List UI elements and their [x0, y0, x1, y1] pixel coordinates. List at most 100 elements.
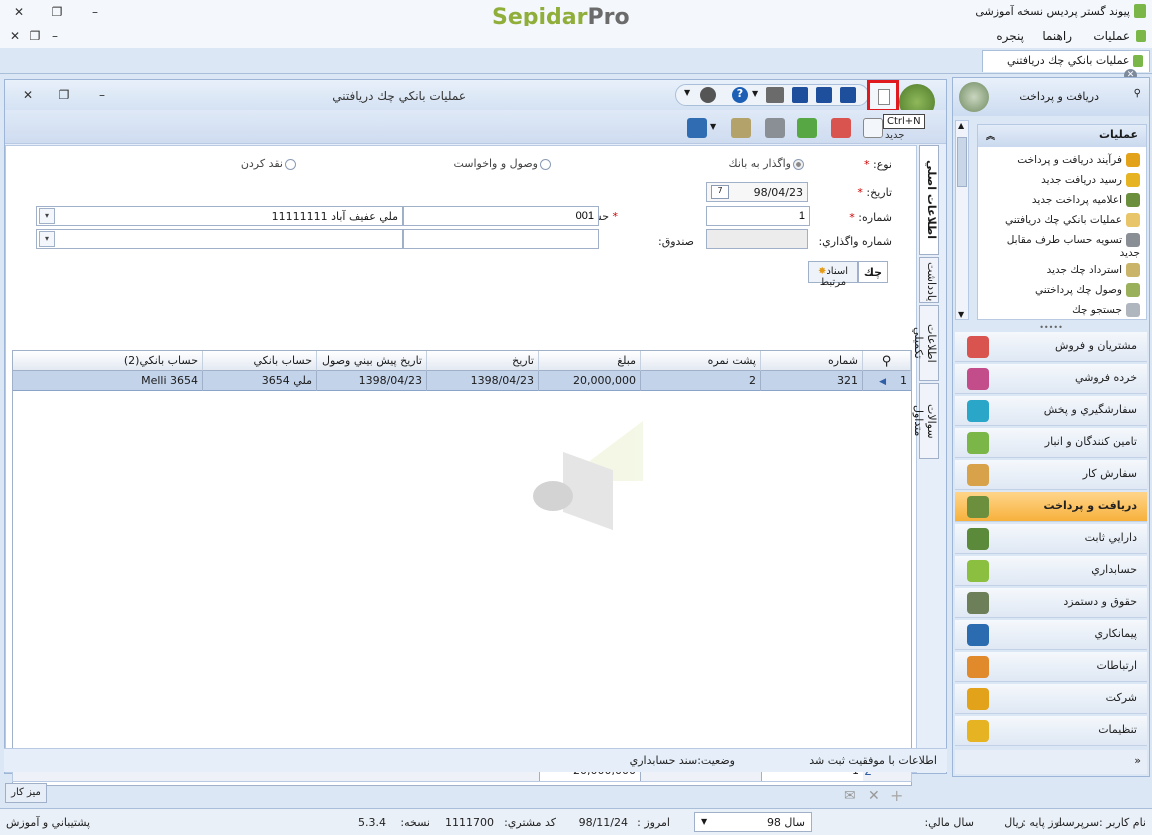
bank-account-dropdown-icon[interactable]: ▾ [39, 208, 55, 224]
search-icon[interactable]: ⚲ [882, 354, 892, 369]
close-icon[interactable]: ✕ [12, 5, 26, 19]
tab-related-docs[interactable]: ✸اسناد مرتبط [808, 261, 858, 288]
support-link[interactable]: پشتيباني و آموزش [6, 816, 90, 829]
fiscal-year-dropdown-icon[interactable]: ▼ [701, 817, 707, 826]
calendar-icon[interactable]: 7 [711, 185, 729, 199]
mdi-restore-icon[interactable]: ❐ [28, 29, 42, 43]
module-company[interactable]: شركت [955, 684, 1147, 714]
today-label: امروز : [637, 816, 670, 829]
splitter[interactable]: ••••• [955, 324, 1147, 332]
module-order-distribution[interactable]: سفارشگيري و پخش [955, 396, 1147, 426]
cart-icon [967, 368, 989, 390]
radio-collect-protest[interactable]: وصول و واخواست [453, 157, 551, 170]
restore-icon[interactable]: ❐ [50, 5, 64, 19]
tab-check-operations[interactable]: عمليات بانكي چك دريافتني ✕ [982, 50, 1150, 82]
remove-row-icon[interactable]: ✕ [868, 788, 880, 804]
menu-item-window[interactable]: پنجره [996, 29, 1024, 43]
col-amount[interactable]: مبلغ [539, 351, 641, 371]
col-bank-account-2[interactable]: حساب بانكي(2) [13, 351, 203, 371]
module-work-order[interactable]: سفارش كار [955, 460, 1147, 490]
tab-faq[interactable]: سوالات متداول [912, 383, 939, 459]
col-bank-account[interactable]: حساب بانكي [203, 351, 317, 371]
tab-extra-info[interactable]: اطلاعات تكميلي [912, 305, 939, 381]
desk-button[interactable]: ميز كار [5, 783, 47, 803]
mdi-close-icon[interactable]: ✕ [8, 29, 22, 43]
app-status-bar: نام كاربر :سرپرست ارز پايه : ريال سال ما… [0, 808, 1152, 835]
module-fixed-assets[interactable]: دارايي ثابت [955, 524, 1147, 554]
menu-item-operations[interactable]: عمليات [1093, 29, 1130, 43]
module-customers-sales[interactable]: مشتريان و فروش [955, 332, 1147, 362]
minimize-icon[interactable]: – [88, 5, 102, 19]
module-contracting[interactable]: پيمانكاري [955, 620, 1147, 650]
status-state: وضعيت:سند حسابداري [629, 754, 735, 767]
op-new-receipt[interactable]: رسيد دريافت جديد [984, 173, 1140, 187]
op-collect-payable[interactable]: وصول چك پرداختني [984, 283, 1140, 297]
help-dropdown-icon[interactable]: ▼ [752, 89, 758, 98]
scroll-up-icon[interactable]: ▲ [958, 121, 964, 130]
op-new-payment[interactable]: اعلاميه پرداخت جديد [984, 193, 1140, 207]
module-communications[interactable]: ارتباطات [955, 652, 1147, 682]
menu-item-help[interactable]: راهنما [1042, 29, 1072, 43]
print-preview-icon[interactable] [765, 118, 785, 138]
send-icon[interactable]: ✉ [844, 788, 856, 804]
scroll-down-icon[interactable]: ▼ [958, 310, 964, 319]
grid-search-header[interactable]: ⚲ [863, 351, 911, 371]
scroll-thumb[interactable] [957, 137, 967, 187]
fiscal-year-select[interactable]: سال 98 ▼ [694, 812, 812, 832]
op-settlement[interactable]: تسويه حساب طرف مقابل جديد [984, 233, 1140, 259]
radio-cash[interactable]: نقد كردن [241, 157, 296, 170]
report-icon[interactable] [687, 118, 707, 138]
save-icon[interactable] [840, 87, 856, 103]
radio-assign-to-bank[interactable]: واگذار به بانك [729, 157, 804, 170]
op-payment-process[interactable]: فرآيند دريافت و پرداخت [984, 153, 1140, 167]
help-icon[interactable]: ? [732, 87, 748, 103]
bank-account-name-field[interactable]: ملي عفيف آباد 11111111 ▾ [36, 206, 403, 226]
op-check-return[interactable]: استرداد چك جديد [984, 263, 1140, 277]
delete-icon[interactable] [831, 118, 851, 138]
report-dropdown-icon[interactable]: ▼ [710, 122, 716, 131]
window-restore-icon[interactable]: ❐ [57, 88, 71, 102]
new-doc-small-icon[interactable] [863, 118, 883, 138]
window-close-icon[interactable]: ✕ [21, 88, 35, 102]
save-all-icon[interactable] [792, 87, 808, 103]
save-close-icon[interactable] [816, 87, 832, 103]
operations-header[interactable]: عمليات ︽ [978, 125, 1146, 147]
expand-nav-icon[interactable]: » [1134, 754, 1141, 767]
bank-account-code-field[interactable] [403, 206, 599, 226]
print-icon[interactable] [766, 87, 784, 103]
tab-check[interactable]: چك [858, 261, 888, 283]
col-date[interactable]: تاريخ [427, 351, 539, 371]
number-field[interactable] [706, 206, 810, 226]
table-row[interactable]: ◀ 1 321 2 20,000,000 1398/04/23 1398/04/… [13, 371, 911, 391]
cell-forecast-date: 1398/04/23 [317, 371, 427, 391]
fund-dropdown-icon[interactable]: ▾ [39, 231, 55, 247]
mdi-minimize-icon[interactable]: – [48, 29, 62, 43]
module-retail[interactable]: خرده فروشي [955, 364, 1147, 394]
tab-notes[interactable]: يادداشت [919, 257, 939, 303]
tools-icon[interactable] [700, 87, 716, 103]
action-toolbar: ▼ Ctrl+N جديد [5, 110, 946, 144]
toolbar-dropdown-icon[interactable]: ▼ [684, 88, 690, 97]
module-accounting[interactable]: حسابداري [955, 556, 1147, 586]
edit-icon[interactable] [731, 118, 751, 138]
add-row-icon[interactable]: + [890, 786, 903, 805]
col-forecast-date[interactable]: تاريخ پيش بيني وصول [317, 351, 427, 371]
col-number[interactable]: شماره [761, 351, 863, 371]
date-field[interactable]: 98/04/23 7 [706, 182, 808, 202]
tab-main-info[interactable]: اطلاعات اصلي [919, 145, 939, 255]
new-button[interactable] [867, 80, 899, 112]
fund-field[interactable] [403, 229, 599, 249]
pin-icon[interactable]: ⚲ [1134, 88, 1141, 99]
ops-scrollbar[interactable]: ▲ ▼ [955, 120, 969, 320]
collapse-icon[interactable]: ︽ [986, 129, 995, 142]
module-payroll[interactable]: حقوق و دستمزد [955, 588, 1147, 618]
module-receive-pay[interactable]: دريافت و پرداخت [955, 492, 1147, 522]
op-check-operations[interactable]: عمليات بانكي چك دريافتني [984, 213, 1140, 227]
op-check-search[interactable]: جستجو چك [984, 303, 1140, 317]
module-settings[interactable]: تنظيمات [955, 716, 1147, 746]
fund-name-field[interactable]: ▾ [36, 229, 403, 249]
confirm-icon[interactable] [797, 118, 817, 138]
window-minimize-icon[interactable]: – [95, 88, 109, 102]
module-suppliers-warehouse[interactable]: تامين كنندگان و انبار [955, 428, 1147, 458]
col-back-no[interactable]: پشت نمره [641, 351, 761, 371]
